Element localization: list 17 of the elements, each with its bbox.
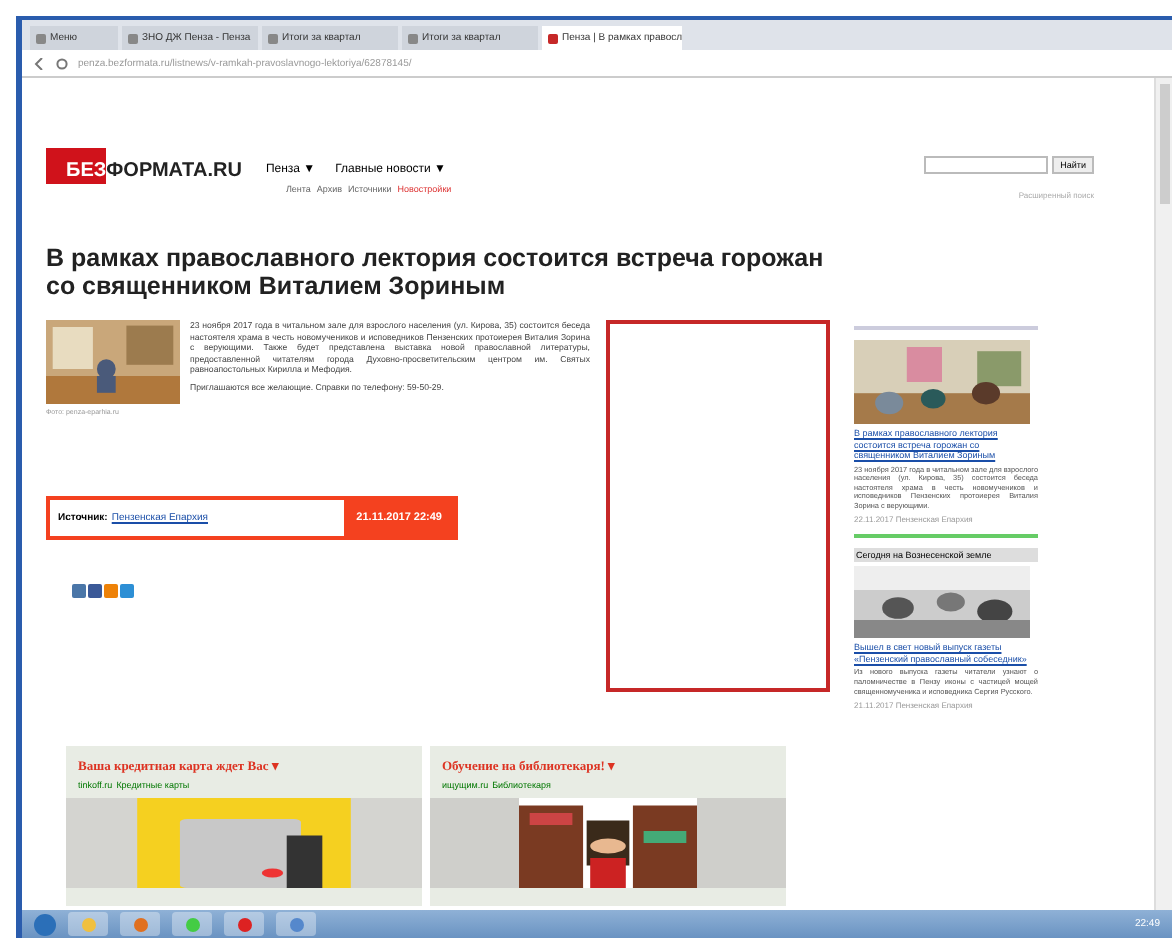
taskbar-app[interactable] bbox=[120, 912, 160, 936]
taskbar-app[interactable] bbox=[276, 912, 316, 936]
start-icon[interactable] bbox=[34, 913, 56, 935]
app-icon bbox=[289, 917, 303, 931]
back-icon[interactable] bbox=[34, 57, 46, 69]
app-icon bbox=[237, 917, 251, 931]
scrollbar-thumb[interactable] bbox=[1159, 84, 1169, 204]
taskbar-app[interactable] bbox=[68, 912, 108, 936]
site-logo[interactable]: БЕЗФОРМАТА.RU bbox=[46, 148, 242, 184]
taskbar-app[interactable] bbox=[172, 912, 212, 936]
taskbar-app[interactable] bbox=[224, 912, 264, 936]
app-icon bbox=[133, 917, 147, 931]
search-field[interactable] bbox=[924, 156, 1049, 174]
app-icon bbox=[185, 917, 199, 931]
reload-icon[interactable] bbox=[56, 57, 68, 69]
app-icon bbox=[81, 917, 95, 931]
article-title: В рамках православного лектория состоится встреча горожан со священником Виталием Зориным bbox=[46, 244, 826, 300]
